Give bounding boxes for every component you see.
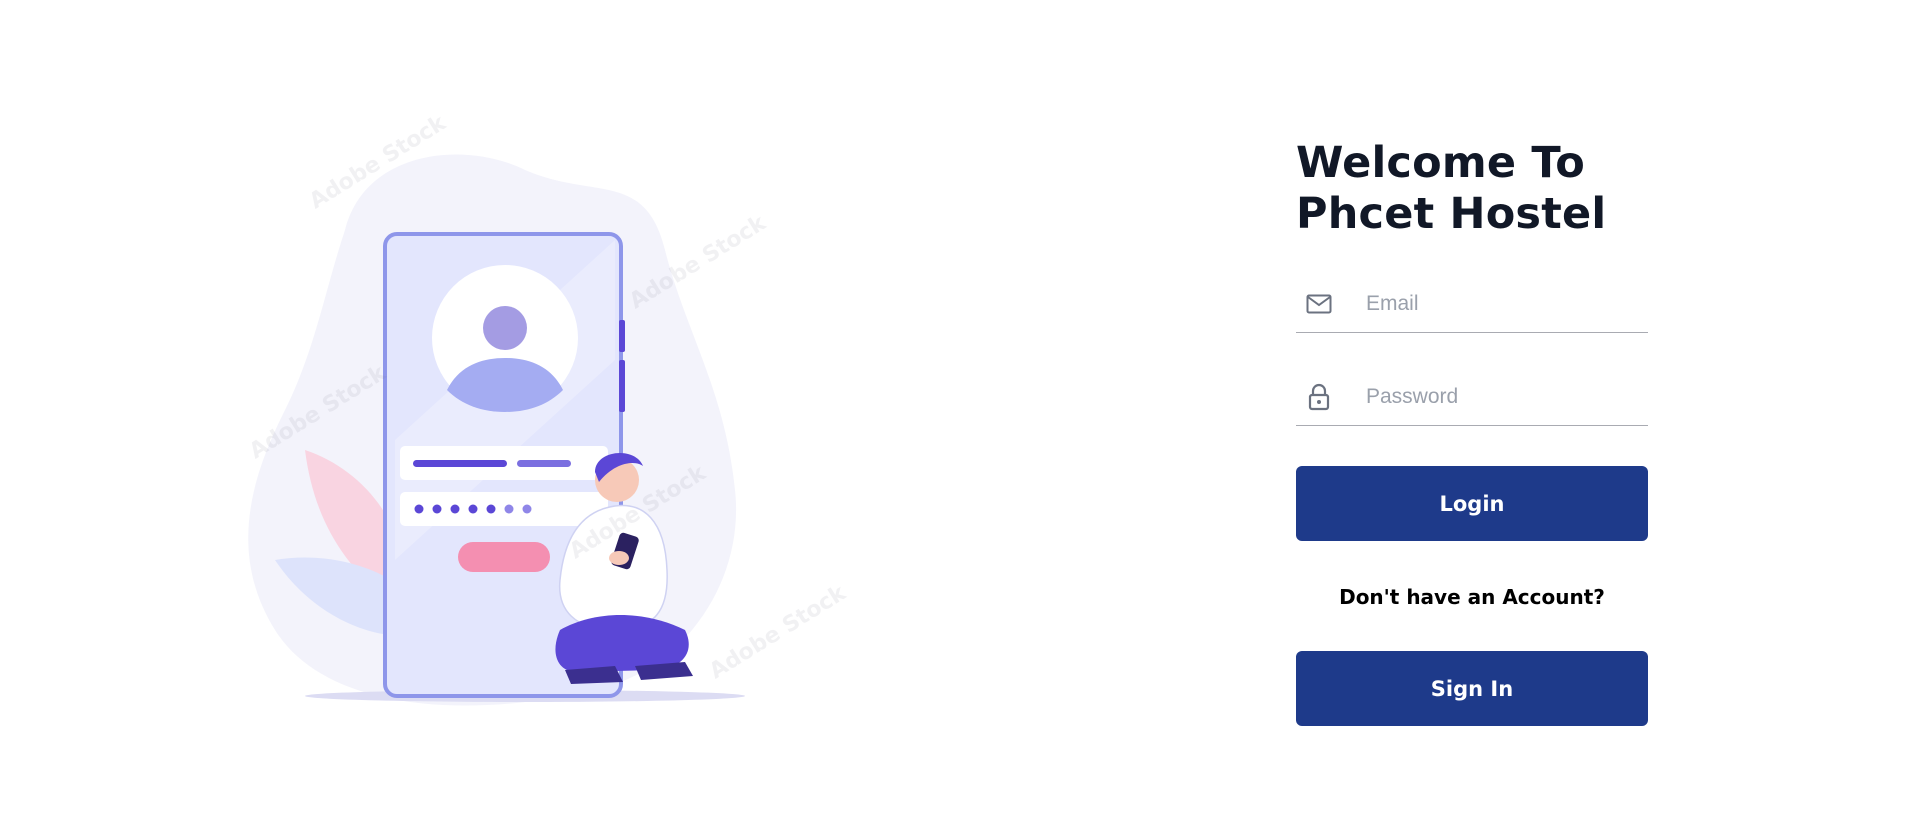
title-line-1: Welcome To bbox=[1296, 138, 1585, 188]
sign-in-button[interactable]: Sign In bbox=[1296, 651, 1648, 726]
signup-prompt: Don't have an Account? bbox=[1339, 585, 1605, 609]
login-illustration bbox=[215, 110, 855, 750]
password-input[interactable] bbox=[1364, 376, 1638, 418]
password-field[interactable] bbox=[1296, 369, 1648, 426]
email-field[interactable] bbox=[1296, 276, 1648, 333]
page-title: Welcome To Phcet Hostel bbox=[1296, 138, 1648, 240]
login-panel: Welcome To Phcet Hostel Login Don't have… bbox=[1296, 138, 1648, 726]
email-input[interactable] bbox=[1364, 283, 1638, 325]
mail-icon bbox=[1304, 289, 1334, 319]
login-button[interactable]: Login bbox=[1296, 466, 1648, 541]
lock-icon bbox=[1304, 382, 1334, 412]
title-line-2: Phcet Hostel bbox=[1296, 189, 1607, 239]
